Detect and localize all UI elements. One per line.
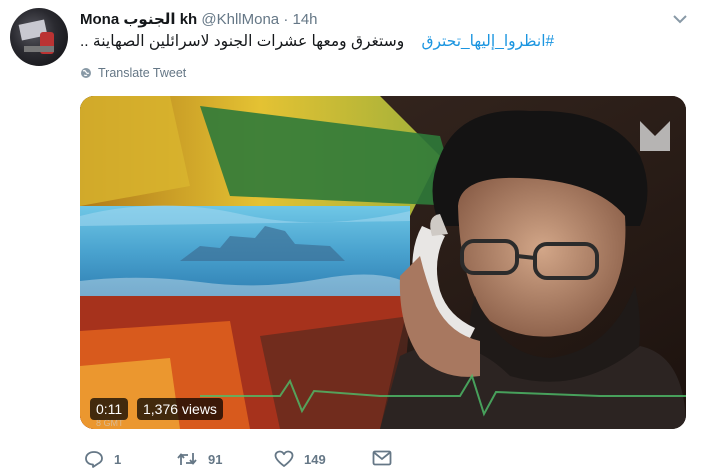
like-button[interactable]: 149: [274, 450, 326, 468]
translate-tweet-link[interactable]: Translate Tweet: [80, 66, 186, 80]
direct-message-button[interactable]: [372, 450, 392, 466]
video-views-badge: 1,376 views: [137, 398, 223, 420]
like-count: 149: [304, 451, 326, 467]
reply-button[interactable]: 1: [84, 450, 121, 468]
reply-icon: [85, 451, 103, 468]
retweet-count: 91: [208, 451, 223, 467]
timestamp[interactable]: 14h: [293, 11, 318, 28]
hashtag-link[interactable]: #انظروا_إليها_تحترق: [421, 33, 554, 50]
globe-icon: [81, 68, 91, 78]
retweet-icon: [177, 453, 197, 465]
separator-dot: ·: [283, 11, 289, 28]
video-duration-badge: 0:11: [90, 398, 129, 420]
envelope-icon: [372, 450, 392, 466]
video-player[interactable]: 8 GMT: [80, 96, 686, 429]
tweet-text: #انظروا_إليها_تحترق وستغرق ومعها عشرات ا…: [80, 32, 690, 52]
reply-count: 1: [114, 451, 122, 467]
tweet-actions: 1 91 149: [80, 450, 700, 470]
video-frame: 8 GMT: [80, 96, 686, 429]
heart-icon: [274, 450, 294, 467]
tweet-header: Mona الجنوب kh @KhllMona · 14h: [80, 10, 318, 28]
chevron-down-icon[interactable]: [671, 12, 689, 26]
tweet-body: وستغرق ومعها عشرات الجنود لاسرائلين الصه…: [80, 33, 405, 50]
translate-label: Translate Tweet: [98, 66, 187, 80]
retweet-button[interactable]: 91: [176, 450, 222, 468]
user-handle[interactable]: @KhllMona: [201, 11, 279, 28]
avatar[interactable]: [10, 8, 68, 66]
display-name[interactable]: Mona الجنوب kh: [80, 11, 197, 28]
